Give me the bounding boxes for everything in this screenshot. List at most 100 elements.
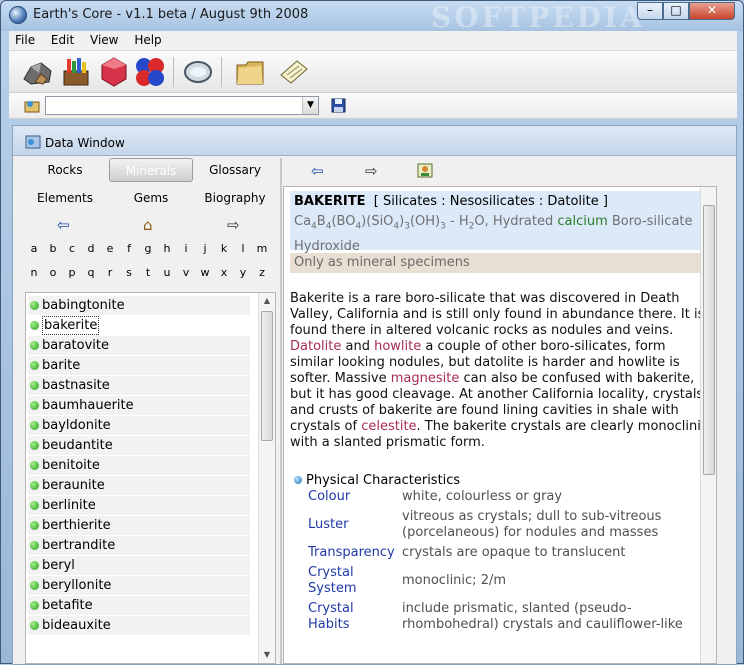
arrow-right-icon[interactable]: ⇨ [227, 216, 240, 234]
list-item[interactable]: betafite [28, 596, 250, 615]
nav-biography[interactable]: Biography [193, 186, 277, 210]
letter-n[interactable]: n [25, 266, 43, 279]
letter-g[interactable]: g [139, 242, 157, 255]
panel-splitter[interactable] [280, 158, 282, 664]
letter-p[interactable]: p [63, 266, 81, 279]
magnifier-icon[interactable] [181, 55, 215, 89]
detail-scrollbar[interactable] [700, 187, 716, 663]
nav-rocks[interactable]: Rocks [23, 158, 107, 182]
menu-file[interactable]: File [9, 31, 41, 49]
property-label[interactable]: Crystal Habits [308, 601, 388, 633]
right-panel: ⇦ ⇨ BAKERITE [ Silicates : Nesosilicates… [283, 158, 717, 664]
list-item[interactable]: beraunite [28, 476, 250, 495]
nav-glossary[interactable]: Glossary [193, 158, 277, 182]
folder-icon[interactable] [233, 55, 267, 89]
browse-folder-icon[interactable] [23, 97, 41, 115]
scroll-down-icon[interactable]: ▼ [259, 647, 275, 663]
list-item[interactable]: baratovite [28, 336, 250, 355]
letter-l[interactable]: l [234, 242, 252, 255]
letter-f[interactable]: f [120, 242, 138, 255]
letter-t[interactable]: t [139, 266, 157, 279]
green-dot-icon [30, 401, 39, 410]
list-item[interactable]: beryl [28, 556, 250, 575]
letter-o[interactable]: o [44, 266, 62, 279]
letter-h[interactable]: h [158, 242, 176, 255]
list-item[interactable]: beryllonite [28, 576, 250, 595]
forward-arrow-icon[interactable]: ⇨ [365, 162, 378, 180]
maximize-button[interactable]: □ [663, 2, 689, 20]
list-item[interactable]: babingtonite [28, 296, 250, 315]
title-bar[interactable]: Earth's Core - v1.1 beta / August 9th 20… [1, 1, 743, 34]
property-label[interactable]: Colour [308, 489, 350, 505]
letter-a[interactable]: a [25, 242, 43, 255]
property-label[interactable]: Crystal System [308, 565, 388, 597]
crayons-icon[interactable] [59, 55, 93, 89]
letter-e[interactable]: e [101, 242, 119, 255]
picture-icon[interactable] [417, 163, 433, 178]
arrow-left-icon[interactable]: ⇦ [57, 216, 70, 234]
list-item[interactable]: bideauxite [28, 616, 250, 635]
celestite-link[interactable]: celestite [361, 419, 416, 434]
list-item[interactable]: berthierite [28, 516, 250, 535]
mineral-list[interactable]: babingtonite bakerite baratovite barite … [25, 292, 276, 664]
letter-i[interactable]: i [177, 242, 195, 255]
physical-characteristics-heading: Physical Characteristics [294, 473, 460, 488]
magnesite-link[interactable]: magnesite [391, 371, 460, 386]
list-scroll-thumb[interactable] [261, 311, 273, 441]
property-label[interactable]: Luster [308, 517, 348, 533]
chevron-down-icon[interactable]: ▼ [302, 97, 318, 114]
letter-x[interactable]: x [215, 266, 233, 279]
green-dot-icon [30, 341, 39, 350]
menu-view[interactable]: View [84, 31, 124, 49]
list-item[interactable]: beudantite [28, 436, 250, 455]
nav-gems[interactable]: Gems [109, 186, 193, 210]
minimize-button[interactable]: – [637, 2, 663, 20]
letter-c[interactable]: c [63, 242, 81, 255]
green-dot-icon [30, 321, 39, 330]
calcium-link[interactable]: calcium [557, 214, 607, 229]
back-arrow-icon[interactable]: ⇦ [311, 162, 324, 180]
app-window: Earth's Core - v1.1 beta / August 9th 20… [0, 0, 744, 665]
list-scrollbar[interactable]: ▲ ▼ [258, 293, 275, 663]
address-combo[interactable]: ▼ [45, 96, 319, 115]
letter-b[interactable]: b [44, 242, 62, 255]
list-item[interactable]: benitoite [28, 456, 250, 475]
nav-minerals[interactable]: Minerals [109, 158, 193, 182]
list-item[interactable]: bakerite [28, 316, 250, 335]
mineral-formula: Ca4B4(BO4)(SiO4)3(OH)3 - H2O, Hydrated c… [290, 212, 706, 254]
nav-elements[interactable]: Elements [23, 186, 107, 210]
scroll-up-icon[interactable]: ▲ [259, 293, 275, 309]
letter-k[interactable]: k [215, 242, 233, 255]
letter-m[interactable]: m [253, 242, 271, 255]
letter-r[interactable]: r [101, 266, 119, 279]
menu-help[interactable]: Help [128, 31, 167, 49]
letter-v[interactable]: v [177, 266, 195, 279]
list-item[interactable]: barite [28, 356, 250, 375]
list-item[interactable]: bertrandite [28, 536, 250, 555]
menu-edit[interactable]: Edit [45, 31, 80, 49]
letter-q[interactable]: q [82, 266, 100, 279]
list-item[interactable]: bastnasite [28, 376, 250, 395]
detail-scroll-thumb[interactable] [703, 205, 715, 475]
howlite-link[interactable]: howlite [374, 339, 421, 354]
list-item[interactable]: bayldonite [28, 416, 250, 435]
molecule-icon[interactable] [133, 55, 167, 89]
letter-z[interactable]: z [253, 266, 271, 279]
datolite-link[interactable]: Datolite [290, 339, 341, 354]
home-icon[interactable]: ⌂ [143, 216, 153, 234]
letter-s[interactable]: s [120, 266, 138, 279]
rocks-icon[interactable] [21, 55, 55, 89]
list-item[interactable]: berlinite [28, 496, 250, 515]
gem-icon[interactable] [97, 55, 131, 89]
letter-j[interactable]: j [196, 242, 214, 255]
close-button[interactable]: ✕ [689, 2, 735, 20]
letter-d[interactable]: d [82, 242, 100, 255]
letter-w[interactable]: w [196, 266, 214, 279]
notepad-icon[interactable] [277, 55, 311, 89]
letter-y[interactable]: y [234, 266, 252, 279]
letter-u[interactable]: u [158, 266, 176, 279]
list-item[interactable]: baumhauerite [28, 396, 250, 415]
property-label[interactable]: Transparency [308, 545, 395, 561]
mineral-note: Only as mineral specimens [290, 253, 706, 273]
save-icon[interactable] [331, 98, 346, 113]
